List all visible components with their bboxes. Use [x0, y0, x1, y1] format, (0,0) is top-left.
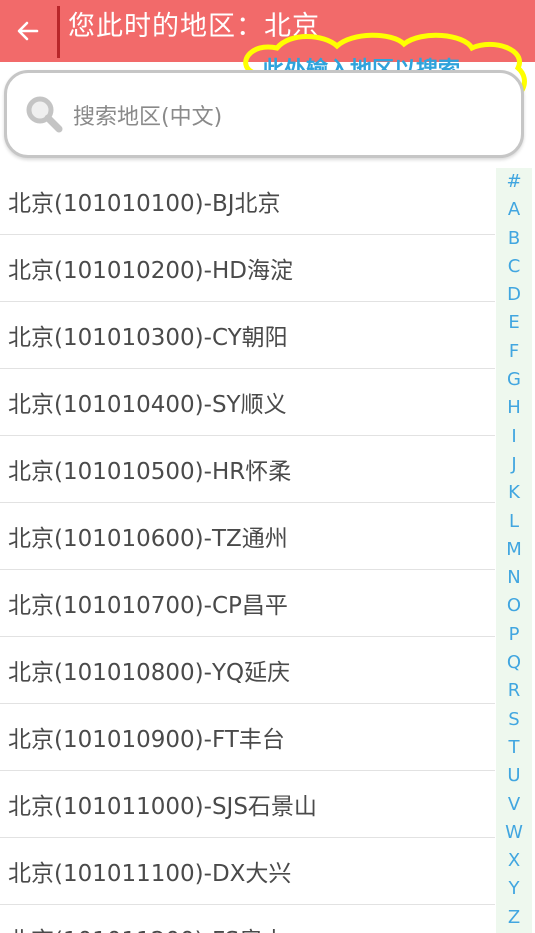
index-letter[interactable]: J [496, 451, 532, 479]
region-list-item[interactable]: 北京(101011100)-DX大兴 [0, 838, 495, 905]
index-letter[interactable]: D [496, 281, 532, 309]
index-letter[interactable]: G [496, 366, 532, 394]
region-list-item[interactable]: 北京(101011200)-FS房山 [0, 905, 495, 933]
search-input[interactable]: 搜索地区(中文) [4, 70, 524, 158]
index-letter[interactable]: # [496, 168, 532, 196]
index-letter[interactable]: A [496, 196, 532, 224]
index-letter[interactable]: U [496, 762, 532, 790]
index-letter[interactable]: O [496, 592, 532, 620]
region-list-item[interactable]: 北京(101010200)-HD海淀 [0, 235, 495, 302]
region-list-item[interactable]: 北京(101010900)-FT丰台 [0, 704, 495, 771]
index-letter[interactable]: L [496, 508, 532, 536]
region-list-item[interactable]: 北京(101010700)-CP昌平 [0, 570, 495, 637]
index-letter[interactable]: N [496, 564, 532, 592]
index-letter[interactable]: I [496, 423, 532, 451]
index-letter[interactable]: C [496, 253, 532, 281]
index-letter[interactable]: P [496, 621, 532, 649]
region-list-item[interactable]: 北京(101010100)-BJ北京 [0, 168, 495, 235]
alphabet-index-bar[interactable]: # A B C D E F G H I J K L M N O P Q R S T U V W X Y Z [496, 168, 532, 933]
back-button[interactable] [0, 0, 56, 62]
index-letter[interactable]: K [496, 479, 532, 507]
index-letter[interactable]: M [496, 536, 532, 564]
region-list-item[interactable]: 北京(101010500)-HR怀柔 [0, 436, 495, 503]
region-list-item[interactable]: 北京(101011000)-SJS石景山 [0, 771, 495, 838]
search-icon [26, 96, 63, 133]
index-letter[interactable]: W [496, 819, 532, 847]
region-list-item[interactable]: 北京(101010400)-SY顺义 [0, 369, 495, 436]
index-letter[interactable]: B [496, 225, 532, 253]
index-letter[interactable]: T [496, 734, 532, 762]
index-letter[interactable]: Y [496, 875, 532, 903]
region-list: 北京(101010100)-BJ北京 北京(101010200)-HD海淀 北京(1… [0, 168, 495, 933]
index-letter[interactable]: R [496, 677, 532, 705]
index-letter[interactable]: V [496, 791, 532, 819]
index-letter[interactable]: S [496, 706, 532, 734]
region-list-item[interactable]: 北京(101010600)-TZ通州 [0, 503, 495, 570]
index-letter[interactable]: H [496, 394, 532, 422]
title-divider [57, 6, 60, 58]
region-list-item[interactable]: 北京(101010300)-CY朝阳 [0, 302, 495, 369]
app-screen: 您此时的地区：北京 此处输入地区以搜索 搜索地区(中文) 北京(10101010… [0, 0, 535, 933]
index-letter[interactable]: Z [496, 904, 532, 932]
search-placeholder: 搜索地区(中文) [73, 105, 223, 130]
index-letter[interactable]: Q [496, 649, 532, 677]
index-letter[interactable]: X [496, 847, 532, 875]
back-arrow-icon [17, 21, 39, 41]
index-letter[interactable]: E [496, 309, 532, 337]
region-list-item[interactable]: 北京(101010800)-YQ延庆 [0, 637, 495, 704]
index-letter[interactable]: F [496, 338, 532, 366]
